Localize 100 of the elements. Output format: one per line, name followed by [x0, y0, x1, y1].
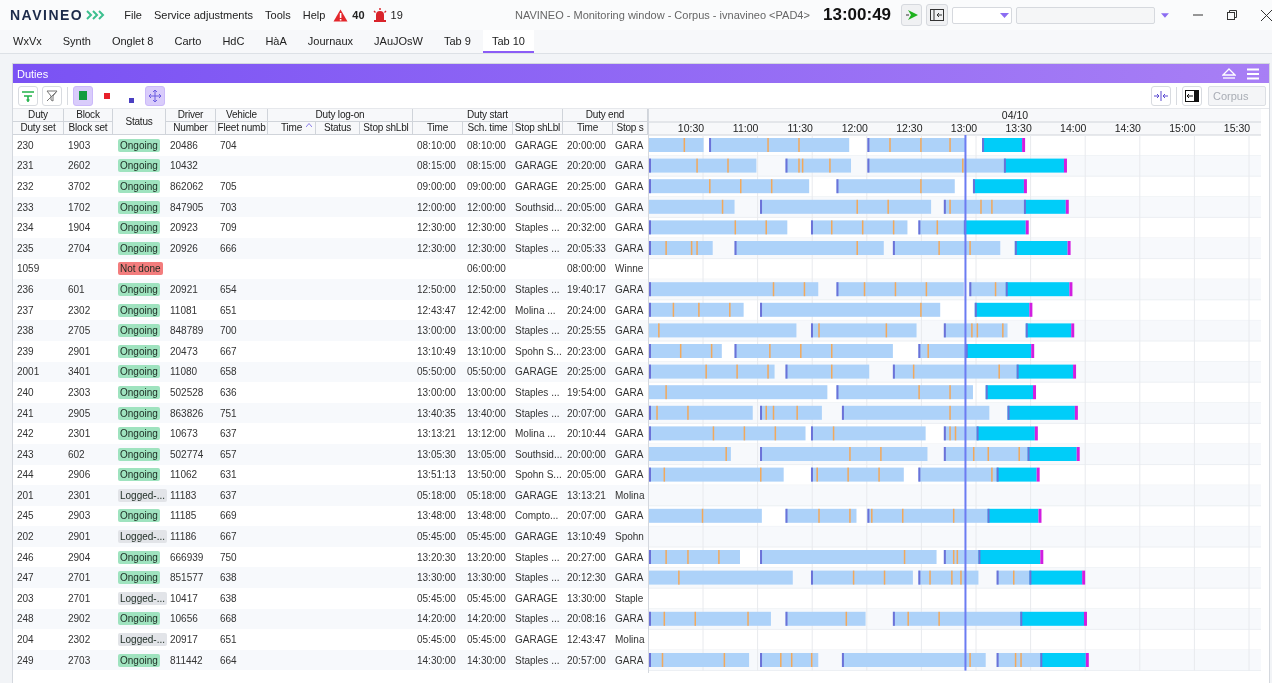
column-header[interactable]: Stop shLbl [513, 122, 563, 135]
table-cell-text: 637 [219, 428, 238, 440]
tab[interactable]: HàA [256, 30, 296, 53]
column-header[interactable]: Fleet numb [216, 122, 268, 135]
time-tick-label: 11:30 [787, 122, 813, 134]
column-header[interactable]: Time [563, 122, 613, 135]
column-header[interactable]: Duty set [13, 122, 64, 135]
table-cell-text: 14:30:00 [466, 654, 507, 666]
column-header[interactable]: Time [268, 122, 316, 135]
tab[interactable]: Journaux [298, 30, 363, 53]
status-badge: Ongoing [118, 303, 160, 317]
status-badge: Ongoing [118, 447, 160, 461]
column-header[interactable]: Number [166, 122, 216, 135]
menu-item[interactable]: File [124, 9, 142, 21]
table-cell-text: 20:05:00 [566, 469, 607, 481]
panel-icon [1185, 89, 1199, 102]
input-field[interactable] [1016, 6, 1156, 24]
caret-icon[interactable] [1161, 12, 1169, 18]
status-badge: Ongoing [118, 385, 160, 399]
table-cell-text: 234 [16, 222, 35, 234]
table-cell-text: 13:00:00 [416, 325, 457, 337]
panel-toggle-button[interactable] [926, 4, 948, 26]
status-badge: Logged-... [118, 530, 168, 544]
menu-item[interactable]: Help [302, 9, 326, 21]
column-header[interactable]: Block set [64, 122, 113, 135]
table-cell-text: 12:43:47 [566, 634, 607, 646]
restore-button[interactable] [1227, 10, 1237, 20]
table-cell-text: 13:30:00 [566, 592, 607, 604]
table-cell-text: 811442 [169, 654, 204, 666]
table-cell-text: 19:40:17 [566, 283, 607, 295]
fit-button[interactable] [1151, 85, 1171, 106]
table-cell-text: GARAGE [514, 531, 559, 543]
table-cell-text: Molina [614, 634, 646, 646]
column-header[interactable]: Sch. time [463, 122, 513, 135]
column-header[interactable]: Time [413, 122, 463, 135]
move-button[interactable] [145, 85, 165, 106]
table-cell-text: 10417 [169, 592, 199, 604]
table-cell-text: 05:45:00 [416, 592, 457, 604]
table-cell-text: 11186 [169, 531, 198, 543]
table-cell-text: 12:30:00 [416, 222, 457, 234]
status-badge: Ongoing [118, 550, 160, 564]
time-tick-label: 12:00 [841, 122, 868, 134]
toggle-button[interactable] [73, 85, 93, 106]
table-cell-text: GARA [614, 366, 645, 378]
tab[interactable]: HdC [213, 30, 254, 53]
table-cell-text: 244 [16, 469, 35, 481]
table-cell-text: 638 [219, 572, 238, 584]
table-cell-text: 12:30:00 [466, 222, 507, 234]
table-cell-text: 862062 [169, 181, 205, 192]
tab[interactable]: WxVx [4, 30, 51, 53]
tab[interactable]: Carto [165, 30, 211, 53]
table-cell-text: 2301 [67, 489, 92, 501]
table-cell-text: 20486 [169, 139, 199, 151]
clear-filter-button[interactable] [42, 85, 62, 106]
table-cell-text: 05:18:00 [416, 489, 457, 501]
tab[interactable]: Onglet 8 [102, 30, 163, 53]
tab[interactable]: Tab 10 [482, 30, 534, 53]
tab[interactable]: Synth [53, 30, 100, 53]
table-cell-text: 2902 [67, 613, 92, 625]
square-icon [79, 91, 87, 100]
table-cell-text: 3702 [67, 181, 92, 192]
tab[interactable]: JAuJOsW [365, 30, 432, 53]
time-tick-label: 14:30 [1114, 122, 1141, 134]
table-cell-text: 750 [219, 551, 238, 563]
status-badge: Ongoing [118, 509, 160, 523]
table-cell-text: 13:48:00 [416, 510, 457, 522]
column-header[interactable]: Status [113, 109, 166, 135]
table-cell-text: Staples ... [514, 551, 561, 563]
table-cell-text: 12:42:00 [466, 304, 507, 316]
time-tick-label: 12:30 [896, 122, 923, 134]
table-cell-text: 3401 [67, 366, 92, 378]
table-cell-text: 20:25:00 [566, 181, 607, 192]
table-cell-text: 2302 [67, 304, 92, 316]
table-cell-text: GARA [614, 222, 645, 234]
table-cell-text: 238 [16, 325, 35, 337]
table-cell-text: 08:15:00 [416, 160, 457, 172]
menu-item[interactable]: Service adjustments [154, 9, 254, 21]
column-header[interactable]: Status [316, 122, 360, 135]
table-cell-text: Staples ... [514, 222, 561, 234]
table-cell-text: 13:10:49 [416, 345, 457, 357]
time-tick-label: 14:00 [1060, 122, 1087, 134]
status-badge: Ongoing [118, 221, 160, 235]
tab[interactable]: Tab 9 [434, 30, 480, 53]
table-cell-text: 13:10:49 [566, 531, 607, 543]
status-badge: Ongoing [118, 282, 160, 296]
column-header[interactable]: Stop s [613, 122, 648, 135]
table-cell-text: 20:00:00 [566, 139, 607, 151]
status-badge: Ongoing [118, 365, 160, 379]
table-cell-text: 13:20:30 [416, 551, 457, 563]
status-badge: Ongoing [118, 180, 160, 193]
panel-toggle-button[interactable] [1182, 85, 1202, 106]
menu-item[interactable]: Tools [265, 9, 291, 21]
column-header[interactable]: Stop shLbl [360, 122, 413, 135]
table-cell-text: 20:10:44 [566, 428, 607, 440]
close-button[interactable] [1261, 9, 1272, 21]
status-badge: Ongoing [118, 427, 160, 441]
filter-button[interactable] [18, 85, 38, 106]
clock: 13:00:49 [823, 5, 892, 25]
table-cell-text: Winne [614, 263, 645, 275]
table-cell-text: GARAGE [514, 366, 559, 378]
